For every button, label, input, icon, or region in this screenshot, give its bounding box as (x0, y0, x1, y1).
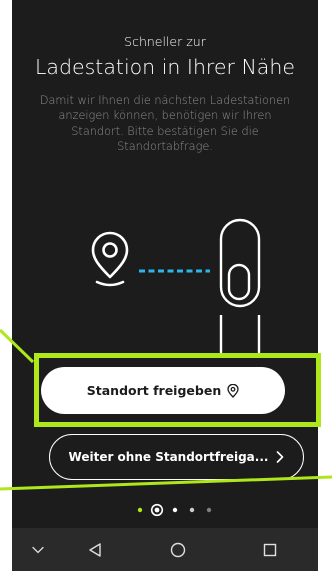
description-line: Standortabfrage. (117, 139, 213, 153)
nav-hide-keyboard-button[interactable] (24, 528, 52, 571)
back-triangle-icon (89, 542, 101, 557)
description-line: Damit wir Ihnen die nächsten Ladestation… (39, 94, 291, 107)
page-dot[interactable] (137, 507, 143, 513)
system-navigation-bar (12, 528, 318, 571)
share-location-label: Standort freigeben (86, 383, 222, 398)
description-line: Standort. Bitte bestätigen Sie die (71, 124, 259, 138)
continue-without-location-label: Weiter ohne Standortfreiga... (68, 450, 269, 464)
page-dot-active[interactable] (150, 503, 164, 517)
chevron-down-icon (32, 546, 44, 553)
continue-without-location-button[interactable]: Weiter ohne Standortfreiga... (49, 434, 304, 480)
chevron-right-icon (277, 451, 284, 463)
page-dot[interactable] (172, 507, 178, 513)
page-dot[interactable] (189, 507, 195, 513)
location-illustration (91, 218, 261, 355)
nav-back-button[interactable] (80, 528, 110, 571)
onboarding-headline: Ladestation in Ihrer Nähe (35, 55, 295, 79)
charging-station-icon (219, 218, 261, 355)
nav-recents-button[interactable] (255, 528, 285, 571)
page-dot[interactable] (206, 507, 212, 513)
description-line: anzeigen können, benötigen wir Ihren (58, 109, 272, 123)
page-indicator (137, 503, 212, 517)
location-pin-icon (227, 383, 239, 398)
home-circle-icon (170, 542, 186, 557)
recents-square-icon (263, 543, 277, 556)
onboarding-description: Damit wir Ihnen die nächsten Ladestation… (26, 93, 304, 154)
share-location-button[interactable]: Standort freigeben (41, 367, 285, 414)
app-screen: Schneller zur Ladestation in Ihrer Nähe … (12, 0, 318, 571)
nav-home-button[interactable] (163, 528, 193, 571)
map-pin-icon (91, 231, 129, 287)
onboarding-subtitle: Schneller zur (124, 34, 206, 49)
